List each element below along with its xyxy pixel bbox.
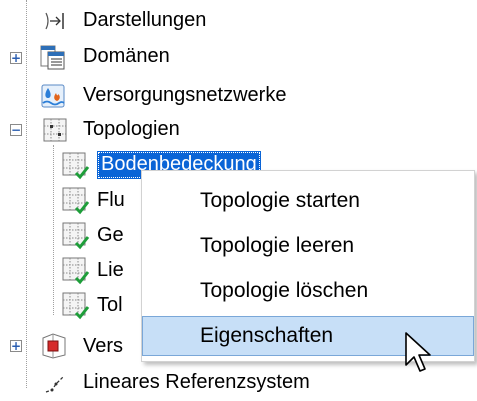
tree-item-label: Versorgungsnetzwerke: [83, 84, 287, 106]
tree-item-label: Lineares Referenzsystem: [83, 371, 310, 393]
tree-item-domaenen[interactable]: Domänen: [0, 40, 300, 74]
tree-item-lineares-referenzsystem[interactable]: Lineares Referenzsystem: [0, 366, 400, 400]
linear-referencing-icon: [45, 375, 65, 393]
tree-item-topologien[interactable]: Topologien: [0, 113, 300, 147]
menu-item-topologie-leeren[interactable]: Topologie leeren: [142, 226, 474, 266]
tree-item-darstellungen[interactable]: Darstellungen: [0, 4, 300, 38]
topology-check-icon: [62, 222, 90, 250]
menu-item-label: Topologie löschen: [200, 279, 369, 302]
tree-item-label: Lie: [97, 259, 124, 281]
mouse-pointer-icon: [405, 332, 431, 372]
topology-check-icon: [62, 257, 90, 285]
tree-item-label: Tol: [97, 294, 123, 316]
menu-item-topologie-loeschen[interactable]: Topologie löschen: [142, 271, 474, 311]
tree-item-topology[interactable]: Flu: [0, 183, 140, 217]
tree-item-vers[interactable]: Vers: [0, 329, 140, 363]
tree-item-label: Vers: [83, 335, 124, 357]
topology-grid-icon: [43, 118, 67, 142]
tree-item-label: Flu: [97, 189, 125, 211]
tree-item-topology[interactable]: Ge: [0, 218, 140, 252]
tree-item-label: Darstellungen: [83, 9, 207, 31]
menu-item-label: Topologie leeren: [200, 234, 355, 257]
menu-item-topologie-starten[interactable]: Topologie starten: [142, 181, 474, 221]
topology-check-icon: [62, 187, 90, 215]
tree-item-label: Ge: [97, 224, 124, 246]
representation-arrow-icon: [45, 12, 64, 30]
tree-item-label: Domänen: [83, 45, 170, 67]
domains-table-icon: [40, 45, 65, 70]
parcel-fabric-icon: [42, 333, 66, 359]
tree-item-topology[interactable]: Lie: [0, 253, 140, 287]
menu-item-label: Eigenschaften: [200, 324, 334, 347]
utility-network-icon: [41, 84, 65, 108]
tree-item-versorgungsnetzwerke[interactable]: Versorgungsnetzwerke: [0, 79, 340, 113]
topology-check-icon: [62, 152, 90, 180]
tree-item-topology[interactable]: Tol: [0, 288, 140, 322]
menu-item-label: Topologie starten: [200, 189, 360, 212]
tree-item-label: Topologien: [83, 118, 180, 140]
topology-check-icon: [62, 292, 90, 320]
